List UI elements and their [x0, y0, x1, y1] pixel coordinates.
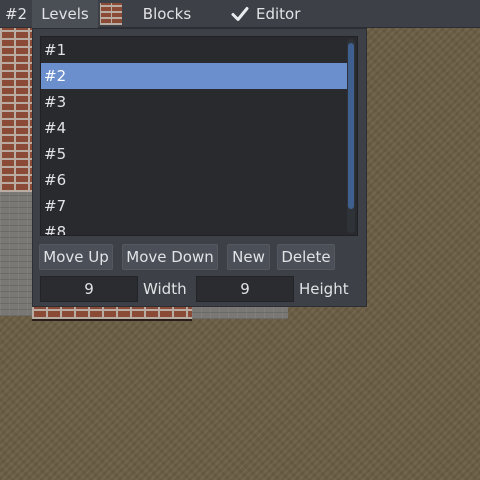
height-input[interactable]	[196, 276, 294, 302]
editor-toggle[interactable]: Editor	[220, 0, 306, 28]
level-list-item[interactable]: #4	[41, 115, 347, 141]
top-toolbar: #2 Levels Blocks Editor	[0, 0, 480, 28]
checkmark-icon	[231, 6, 249, 21]
stone-wall-left	[0, 192, 32, 316]
brick-ledge	[32, 307, 192, 321]
editor-toggle-label: Editor	[256, 4, 301, 23]
level-list-item[interactable]: #8	[41, 219, 347, 235]
level-list-item[interactable]: #6	[41, 167, 347, 193]
levels-panel: #1 #2 #3 #4 #5 #6 #7 #8 Move Up Move Down New D…	[32, 28, 367, 307]
scrollbar-thumb[interactable]	[348, 43, 354, 209]
delete-level-button[interactable]: Delete	[277, 244, 335, 270]
stone-ledge	[192, 307, 288, 319]
level-list-item[interactable]: #7	[41, 193, 347, 219]
tab-levels[interactable]: Levels	[32, 0, 98, 28]
width-label: Width	[143, 280, 187, 298]
level-list-item[interactable]: #2	[41, 63, 347, 89]
height-label: Height	[299, 280, 349, 298]
current-level-indicator: #2	[4, 4, 28, 23]
level-list-item[interactable]: #3	[41, 89, 347, 115]
tab-blocks-label: Blocks	[142, 4, 192, 23]
width-input[interactable]	[40, 276, 138, 302]
level-list[interactable]: #1 #2 #3 #4 #5 #6 #7 #8	[40, 36, 358, 236]
brick-wall-left	[0, 28, 32, 192]
new-level-button[interactable]: New	[227, 244, 270, 270]
tab-blocks[interactable]: Blocks	[122, 0, 212, 28]
brick-block-icon	[100, 2, 122, 25]
level-list-items: #1 #2 #3 #4 #5 #6 #7 #8	[41, 37, 347, 235]
tab-levels-label: Levels	[41, 4, 89, 23]
level-list-item[interactable]: #1	[41, 37, 347, 63]
move-down-button[interactable]: Move Down	[122, 244, 218, 270]
level-list-scrollbar[interactable]	[347, 39, 355, 233]
move-up-button[interactable]: Move Up	[39, 244, 113, 270]
level-list-item[interactable]: #5	[41, 141, 347, 167]
